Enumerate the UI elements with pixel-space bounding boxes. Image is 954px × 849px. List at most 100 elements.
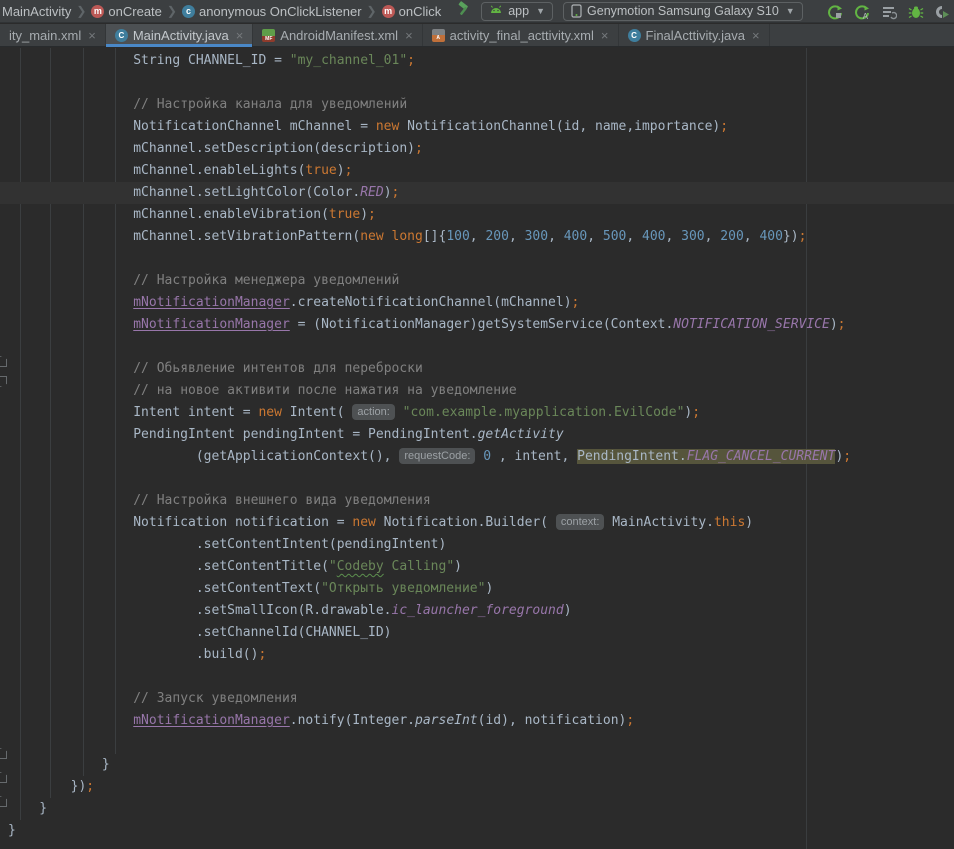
navigation-bar: MainActivity ❯ m onCreate ❯ c anonymous … — [0, 0, 954, 23]
code-token — [8, 713, 133, 728]
code-token — [8, 691, 133, 706]
code-line[interactable]: }); — [0, 776, 954, 798]
code-line[interactable]: (getApplicationContext(), requestCode: 0… — [0, 446, 954, 468]
code-line[interactable]: .setContentIntent(pendingIntent) — [0, 534, 954, 556]
code-line[interactable]: // Обьявление интентов для переброски — [0, 358, 954, 380]
phone-icon — [571, 4, 582, 18]
code-line[interactable]: // Запуск уведомления — [0, 688, 954, 710]
code-token: , — [705, 229, 721, 244]
code-line[interactable] — [0, 468, 954, 490]
code-line[interactable] — [0, 72, 954, 94]
code-line[interactable]: } — [0, 754, 954, 776]
coverage-button[interactable] — [881, 4, 897, 20]
code-token: 300 — [681, 229, 704, 244]
code-token: ; — [86, 779, 94, 794]
code-token: ; — [692, 405, 700, 420]
code-area[interactable]: String CHANNEL_ID = "my_channel_01"; // … — [0, 50, 954, 842]
code-line[interactable]: .setContentTitle("Codeby Calling") — [0, 556, 954, 578]
code-editor[interactable]: String CHANNEL_ID = "my_channel_01"; // … — [0, 48, 954, 849]
code-token: long — [392, 229, 423, 244]
code-token: // на новое активити после нажатия на ув… — [133, 383, 517, 398]
code-token: 400 — [642, 229, 665, 244]
code-line[interactable]: mChannel.setVibrationPattern(new long[]{… — [0, 226, 954, 248]
code-line[interactable]: // Настройка менеджера уведомлений — [0, 270, 954, 292]
code-line[interactable]: .setChannelId(CHANNEL_ID) — [0, 622, 954, 644]
code-token: // Настройка менеджера уведомлений — [133, 273, 399, 288]
tab-finalacttivity-java[interactable]: C FinalActtivity.java × — [619, 24, 770, 46]
code-line[interactable]: Intent intent = new Intent( action: "com… — [0, 402, 954, 424]
code-line[interactable]: NotificationChannel mChannel = new Notif… — [0, 116, 954, 138]
code-line[interactable]: mChannel.enableLights(true); — [0, 160, 954, 182]
code-token: , — [548, 229, 564, 244]
code-token: NOTIFICATION_SERVICE — [673, 317, 830, 332]
code-line[interactable]: } — [0, 798, 954, 820]
tab-label: FinalActtivity.java — [646, 28, 745, 43]
code-line[interactable]: mNotificationManager = (NotificationMana… — [0, 314, 954, 336]
code-token: .setContentTitle( — [8, 559, 329, 574]
code-token: , — [626, 229, 642, 244]
breadcrumb-label: anonymous OnClickListener — [199, 4, 362, 19]
build-hammer-icon[interactable] — [455, 1, 471, 22]
breadcrumb-item-anonymous-listener[interactable]: c anonymous OnClickListener — [182, 4, 362, 19]
close-icon[interactable]: × — [405, 28, 413, 43]
code-token: ) — [745, 515, 753, 530]
code-token: MainActivity. — [604, 515, 714, 530]
device-dropdown[interactable]: Genymotion Samsung Galaxy S10 ▼ — [563, 2, 803, 21]
code-token: mChannel.setVibrationPattern( — [8, 229, 360, 244]
code-line[interactable]: .build(); — [0, 644, 954, 666]
code-token: ; — [258, 647, 266, 662]
tab-mainactivity-java[interactable]: C MainActivity.java × — [106, 24, 253, 46]
breadcrumb-item-class[interactable]: MainActivity — [2, 4, 71, 19]
code-line[interactable] — [0, 248, 954, 270]
code-line[interactable] — [0, 336, 954, 358]
debug-button[interactable] — [908, 4, 924, 20]
code-token — [395, 405, 403, 420]
tab-androidmanifest-xml[interactable]: MF AndroidManifest.xml × — [253, 24, 422, 46]
close-icon[interactable]: × — [601, 28, 609, 43]
code-line[interactable]: mNotificationManager.createNotificationC… — [0, 292, 954, 314]
code-token: } — [8, 823, 16, 838]
code-token: ) — [337, 163, 345, 178]
code-line[interactable]: mNotificationManager.notify(Integer.pars… — [0, 710, 954, 732]
breadcrumb-label: onCreate — [108, 4, 161, 19]
breadcrumb-item-onclick[interactable]: m onClick — [382, 4, 442, 19]
attach-debugger-button[interactable] — [935, 4, 951, 20]
apply-changes-restart-button[interactable] — [827, 4, 843, 20]
code-line[interactable]: // на новое активити после нажатия на ув… — [0, 380, 954, 402]
parameter-hint: requestCode: — [399, 448, 475, 464]
code-line[interactable]: mChannel.enableVibration(true); — [0, 204, 954, 226]
chevron-right-icon: ❯ — [167, 4, 177, 18]
code-line[interactable]: Notification notification = new Notifica… — [0, 512, 954, 534]
breadcrumb-item-oncreate[interactable]: m onCreate — [91, 4, 161, 19]
close-icon[interactable]: × — [236, 28, 244, 43]
tab-label: AndroidManifest.xml — [280, 28, 398, 43]
code-token: ; — [415, 141, 423, 156]
code-line[interactable]: } — [0, 820, 954, 842]
layout-file-icon: A — [432, 29, 445, 42]
close-icon[interactable]: × — [88, 28, 96, 43]
code-line[interactable]: mChannel.setDescription(description); — [0, 138, 954, 160]
parameter-hint: action: — [352, 404, 394, 420]
code-line[interactable]: // Настройка канала для уведомлений — [0, 94, 954, 116]
code-line[interactable]: String CHANNEL_ID = "my_channel_01"; — [0, 50, 954, 72]
apply-code-changes-button[interactable]: A — [854, 4, 870, 20]
tab-activity-final-acttivity-xml[interactable]: A activity_final_acttivity.xml × — [423, 24, 619, 46]
code-line[interactable]: mChannel.setLightColor(Color.RED); — [0, 182, 954, 204]
code-line[interactable] — [0, 666, 954, 688]
code-line[interactable]: .setSmallIcon(R.drawable.ic_launcher_for… — [0, 600, 954, 622]
close-icon[interactable]: × — [752, 28, 760, 43]
code-line[interactable] — [0, 732, 954, 754]
code-token: new — [258, 405, 281, 420]
code-token: ; — [368, 207, 376, 222]
tab-activity-main-xml[interactable]: ity_main.xml × — [0, 24, 106, 46]
code-line[interactable]: PendingIntent pendingIntent = PendingInt… — [0, 424, 954, 446]
code-token: NotificationChannel mChannel = — [8, 119, 376, 134]
code-token: 400 — [759, 229, 782, 244]
java-class-icon: C — [115, 29, 128, 42]
code-token: .setChannelId(CHANNEL_ID) — [8, 625, 392, 640]
code-token: []{ — [423, 229, 446, 244]
code-token: // Настройка внешнего вида уведомления — [133, 493, 430, 508]
code-line[interactable]: .setContentText("Открыть уведомление") — [0, 578, 954, 600]
code-line[interactable]: // Настройка внешнего вида уведомления — [0, 490, 954, 512]
run-config-dropdown[interactable]: app ▼ — [481, 2, 553, 21]
